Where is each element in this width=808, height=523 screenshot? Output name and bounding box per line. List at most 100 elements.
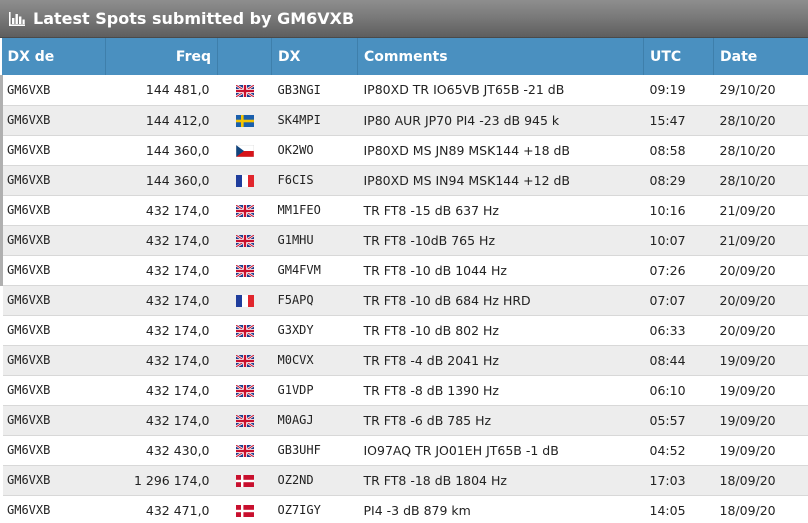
czech-flag-icon [235,144,254,158]
table-row[interactable]: GM6VXB 432 174,0 GM4FVM TR FT8 -10 dB 1044 … [0,255,808,285]
cell-date: 19/09/20 [719,352,776,368]
cell-dx[interactable]: GB3UHF [272,435,358,465]
cell-dx[interactable]: G1VDP [272,375,358,405]
table-row[interactable]: GM6VXB 432 174,0 F5APQ TR FT8 -10 dB 684 Hz… [1,285,808,315]
cell-comments: IP80 AUR JP70 PI4 -23 dB 945 k [363,112,560,128]
cell-dx-de[interactable]: GM6VXB [2,465,106,495]
cell-dx[interactable]: OZ2ND [272,465,358,495]
table-row[interactable]: GM6VXB 432 174,0 M0CVX TR FT8 -4 dB 2041 Hz… [1,345,808,375]
column-header-dx[interactable]: DX [271,38,358,75]
cell-utc: 08:58 [649,142,686,158]
uk-flag-icon [234,83,255,98]
cell-dx[interactable]: MM1FEO [272,195,358,225]
table-row[interactable]: GM6VXB 432 174,0 M0AGJ TR FT8 -6 dB 785 Hz 0… [1,405,808,435]
cell-utc: 14:05 [649,502,686,518]
uk-flag-icon [234,323,255,339]
cell-date: 29/10/20 [719,82,776,98]
cell-dx[interactable]: OK2WO [272,135,358,165]
uk-flag-icon [234,233,255,249]
cell-date: 28/10/20 [719,172,776,188]
cell-freq: 432 471,0 [145,502,210,518]
cell-dx-de[interactable]: GM6VXB [2,375,106,405]
cell-flag [218,495,272,523]
table-row[interactable]: GM6VXB 1 296 174,0 OZ2ND TR FT8 -18 dB 1804… [1,465,808,495]
table-row[interactable]: GM6VXB 144 481,0 GB3NGI IP80XD TR IO65VB JT… [0,75,808,105]
cell-dx-de[interactable]: GM6VXB [2,315,106,345]
cell-dx-de[interactable]: GM6VXB [2,435,106,465]
table-row[interactable]: GM6VXB 432 430,0 GB3UHF IO97AQ TR JO01EH JT… [1,435,808,465]
column-header-dx-de[interactable]: DX de [1,38,106,75]
denmark-flag-icon [235,505,254,517]
table-row[interactable]: GM6VXB 432 174,0 MM1FEO TR FT8 -15 dB 637 H… [0,195,808,225]
cell-freq: 144 481,0 [145,82,210,98]
cell-comments: TR FT8 -10 dB 1044 Hz [363,262,507,278]
cell-dx[interactable]: F5APQ [272,285,358,315]
table-row[interactable]: GM6VXB 432 174,0 G1VDP TR FT8 -8 dB 1390 Hz… [1,375,808,405]
cell-date: 28/10/20 [719,142,776,158]
cell-dx[interactable]: M0CVX [272,345,358,375]
cell-comments: TR FT8 -6 dB 785 Hz [363,412,492,428]
cell-dx[interactable]: G3XDY [272,315,358,345]
cell-comments: PI4 -3 dB 879 km [363,502,471,518]
cell-comments: TR FT8 -8 dB 1390 Hz [363,382,500,398]
cell-date: 19/09/20 [719,412,776,428]
column-header-flag [217,38,272,75]
cell-dx-de[interactable]: GM6VXB [0,165,106,195]
cell-dx[interactable]: G1MHU [272,225,358,255]
table-row[interactable]: GM6VXB 144 412,0 SK4MPI IP80 AUR JP70 PI4 -… [0,105,808,135]
cell-dx-de[interactable]: GM6VXB [0,195,106,225]
cell-utc: 06:33 [649,322,686,338]
cell-comments: TR FT8 -15 dB 637 Hz [363,202,500,218]
column-header-utc[interactable]: UTC [643,38,714,75]
column-header-comments[interactable]: Comments [357,38,644,75]
table-row[interactable]: GM6VXB 144 360,0 OK2WO IP80XD MS JN89 MSK14… [0,135,808,165]
spots-table: DX de Freq DX Comments UTC Date GM6VXB 14… [0,38,808,523]
cell-dx-de[interactable]: GM6VXB [2,405,106,435]
cell-date: 19/09/20 [719,382,776,398]
cell-dx-de[interactable]: GM6VXB [0,255,106,285]
table-row[interactable]: GM6VXB 432 471,0 OZ7IGY PI4 -3 dB 879 km 14:… [1,495,808,523]
cell-dx[interactable]: F6CIS [272,165,358,195]
cell-dx-de[interactable]: GM6VXB [0,75,106,105]
cell-flag [218,405,272,435]
cell-dx-de[interactable]: GM6VXB [2,345,106,375]
cell-freq: 432 174,0 [145,292,210,308]
cell-comments: TR FT8 -10 dB 684 Hz HRD [363,292,531,308]
cell-utc: 06:10 [649,382,686,398]
cell-dx-de[interactable]: GM6VXB [0,225,106,255]
table-row[interactable]: GM6VXB 432 174,0 G1MHU TR FT8 -10dB 765 Hz 1… [0,225,808,255]
cell-date: 20/09/20 [719,292,776,308]
cell-dx-de[interactable]: GM6VXB [0,105,106,135]
cell-flag [218,435,272,465]
cell-utc: 05:57 [649,412,686,428]
cell-dx-de[interactable]: GM6VXB [2,285,106,315]
cell-dx[interactable]: M0AGJ [272,405,358,435]
cell-dx[interactable]: OZ7IGY [272,495,358,523]
table-row[interactable]: GM6VXB 432 174,0 G3XDY TR FT8 -10 dB 802 Hz… [1,315,808,345]
uk-flag-icon [234,413,255,429]
cell-utc: 10:07 [649,232,686,248]
cell-date: 21/09/20 [719,232,776,248]
cell-comments: TR FT8 -18 dB 1804 Hz [363,472,507,488]
cell-dx-de[interactable]: GM6VXB [2,495,106,523]
column-header-date[interactable]: Date [714,38,808,75]
cell-comments: IP80XD MS JN89 MSK144 +18 dB [363,142,571,158]
cell-comments: IP80XD TR IO65VB JT65B -21 dB [363,82,565,98]
cell-comments: IO97AQ TR JO01EH JT65B -1 dB [363,442,559,458]
cell-dx[interactable]: SK4MPI [272,105,358,135]
cell-freq: 432 174,0 [145,202,210,218]
cell-utc: 09:19 [649,82,686,98]
table-header-row: DX de Freq DX Comments UTC Date [1,38,808,75]
table-row[interactable]: GM6VXB 144 360,0 F6CIS IP80XD MS IN94 MSK14… [0,165,808,195]
cell-comments: IP80XD MS IN94 MSK144 +12 dB [363,172,571,188]
cell-comments: TR FT8 -4 dB 2041 Hz [363,352,500,368]
cell-date: 20/09/20 [719,322,776,338]
cell-comments: TR FT8 -10dB 765 Hz [363,232,496,248]
column-header-freq[interactable]: Freq [105,38,218,75]
cell-dx-de[interactable]: GM6VXB [0,135,106,165]
cell-dx[interactable]: GM4FVM [272,255,358,285]
cell-dx[interactable]: GB3NGI [272,75,358,105]
cell-date: 19/09/20 [719,442,776,458]
cell-utc: 07:07 [649,292,686,308]
cell-flag [218,345,272,375]
